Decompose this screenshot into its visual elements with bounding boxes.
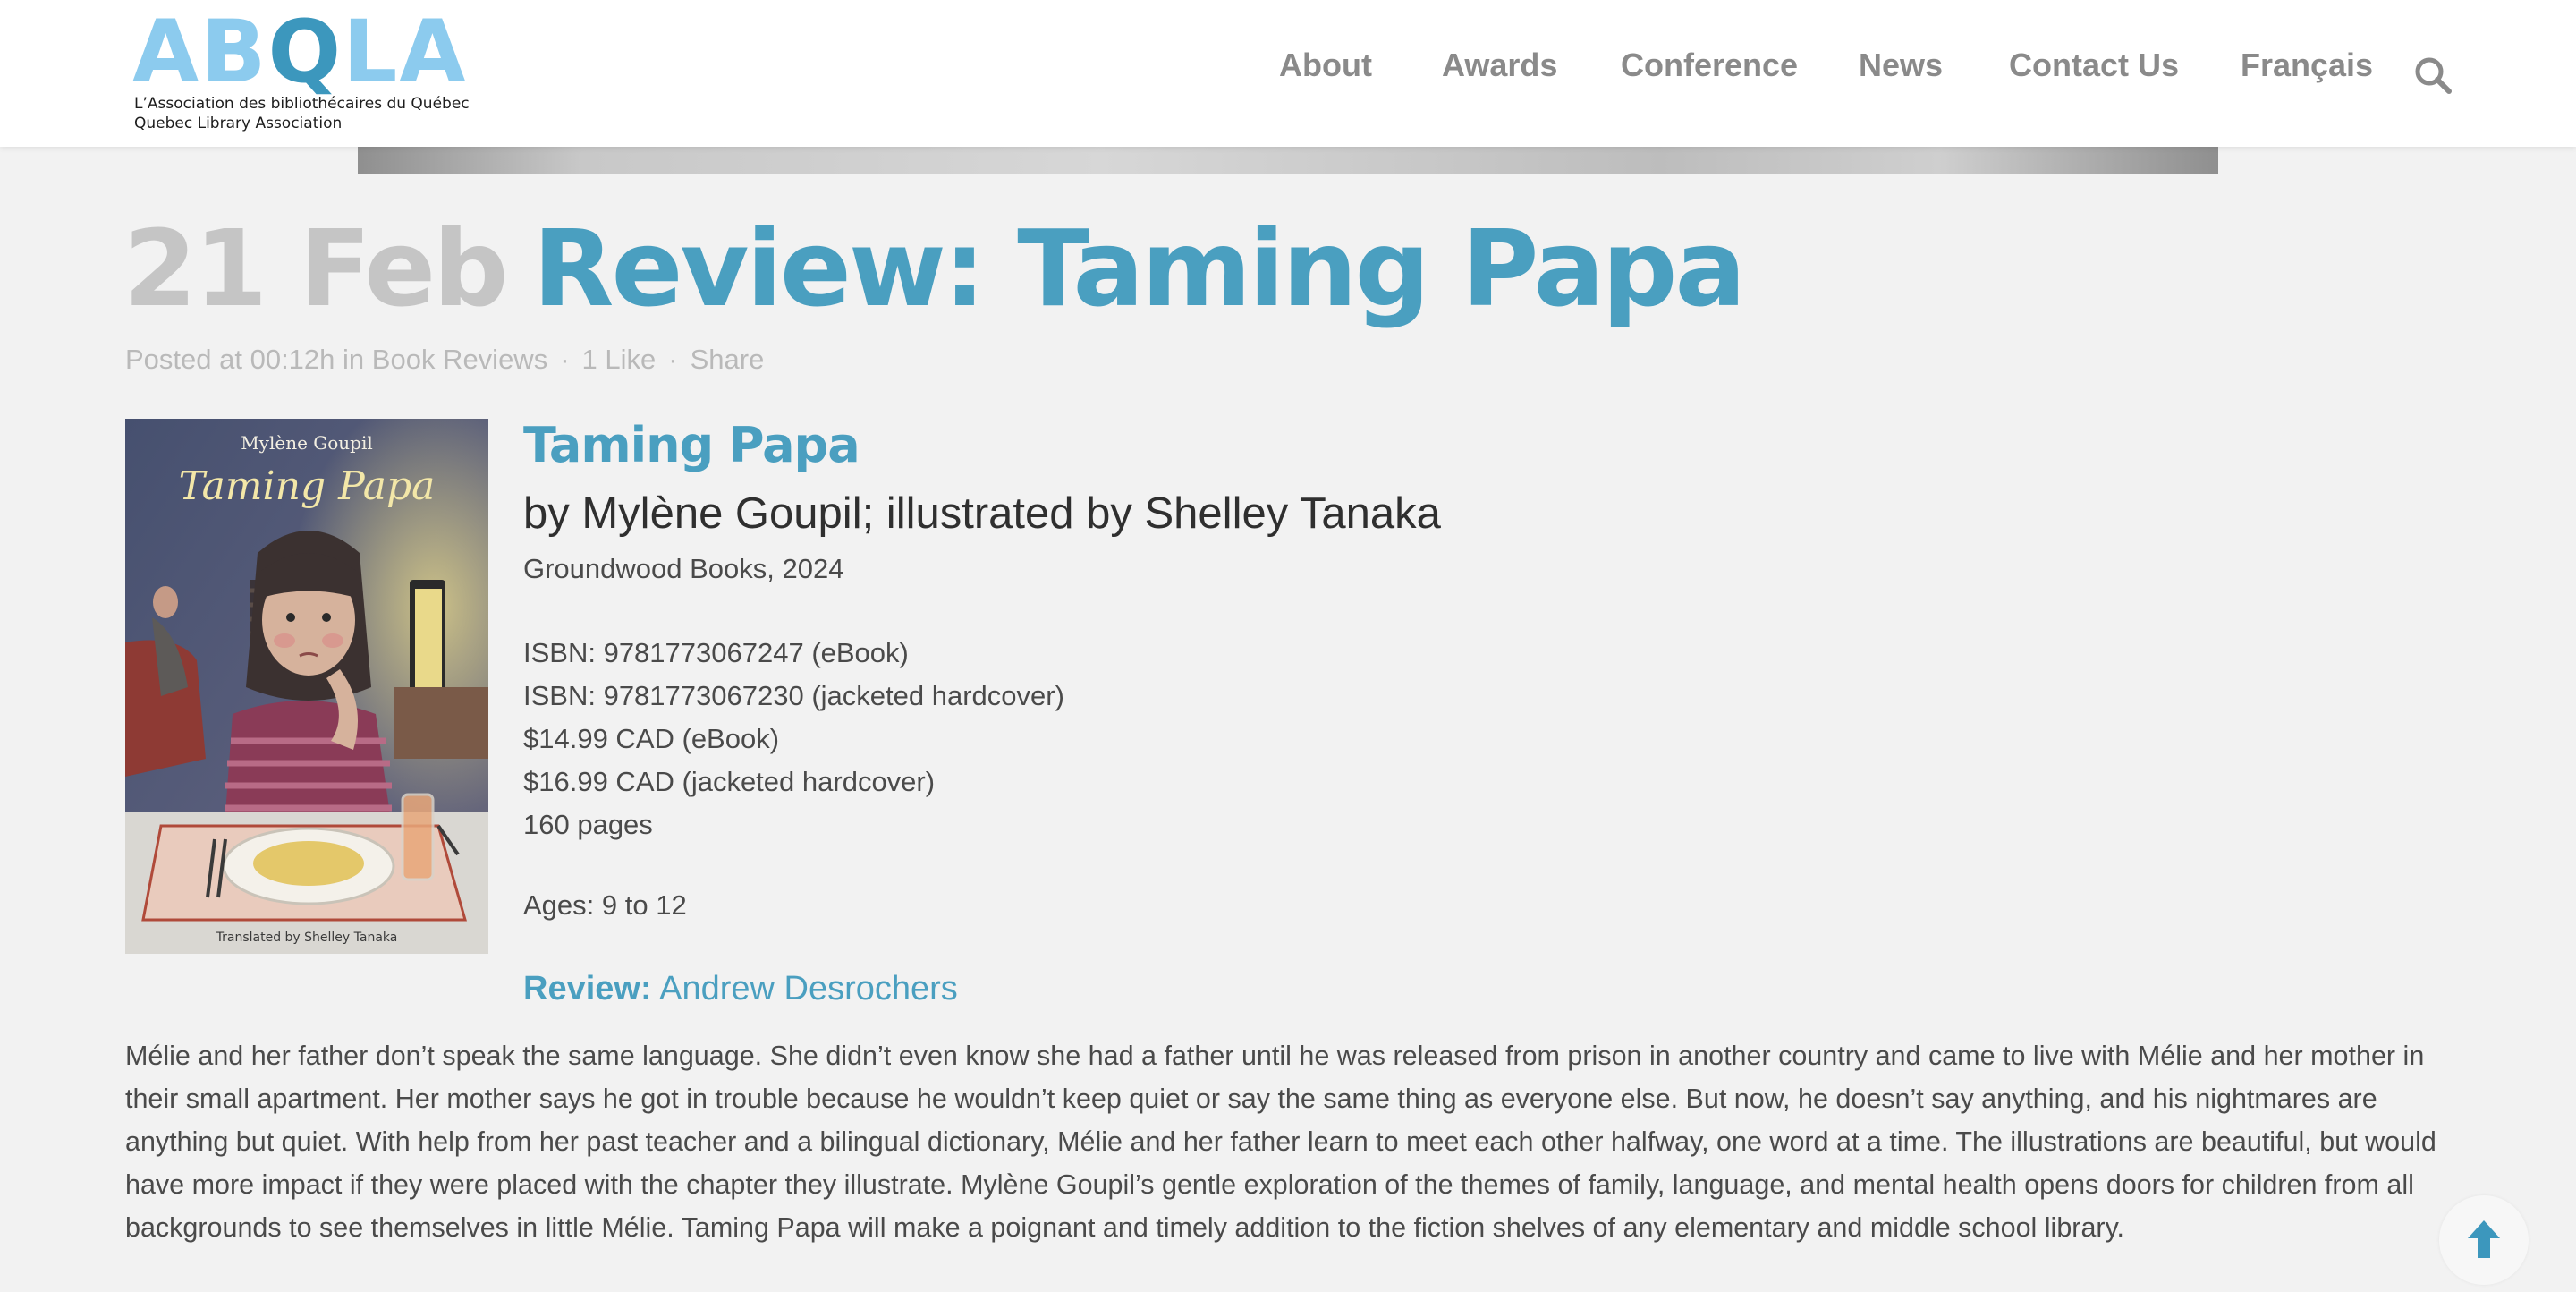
- review-body: Mélie and her father don’t speak the sam…: [125, 1041, 2436, 1243]
- nav-contact-us[interactable]: Contact Us: [2009, 47, 2179, 84]
- book-cover-image: Mylène Goupil Taming Papa Translated by …: [125, 419, 488, 954]
- arrow-up-icon: [2468, 1220, 2500, 1258]
- share-link[interactable]: Share: [691, 344, 765, 375]
- price-ebook: $14.99 CAD (eBook): [523, 723, 780, 754]
- meta-separator: ·: [560, 344, 570, 375]
- post-meta: Posted at 00:12h in Book Reviews · 1 Like ·…: [125, 344, 764, 376]
- page-count: 160 pages: [523, 809, 653, 840]
- nav-about[interactable]: About: [1279, 47, 1372, 84]
- book-details: ISBN: 9781773067247 (eBook) ISBN: 978177…: [523, 632, 1064, 846]
- cover-translator: Translated by Shelley Tanaka: [216, 931, 398, 945]
- post-date: 21 Feb: [123, 207, 509, 330]
- search-icon[interactable]: [2413, 55, 2453, 95]
- book-title: Taming Papa: [523, 417, 860, 473]
- nav-news[interactable]: News: [1859, 47, 1943, 84]
- like-link[interactable]: 1 Like: [582, 344, 657, 375]
- cover-author: Mylène Goupil: [241, 432, 373, 454]
- logo-tagline-french: L’Association des bibliothécaires du Qué…: [134, 95, 470, 113]
- nav-conference[interactable]: Conference: [1621, 47, 1798, 84]
- cover-title: Taming Papa: [179, 463, 436, 509]
- site-header: ABQLA L’Association des bibliothécaires …: [0, 0, 2576, 147]
- back-to-top-button[interactable]: [2439, 1195, 2529, 1285]
- featured-image-strip: [358, 147, 2218, 174]
- page-title: Review: Taming Papa: [532, 207, 1746, 330]
- nav-francais[interactable]: Français: [2241, 47, 2373, 84]
- nav-awards[interactable]: Awards: [1442, 47, 1557, 84]
- isbn-hardcover: ISBN: 9781773067230 (jacketed hardcover): [523, 680, 1064, 711]
- price-hardcover: $16.99 CAD (jacketed hardcover): [523, 766, 936, 797]
- meta-separator: ·: [668, 344, 678, 375]
- logo-tagline-english: Quebec Library Association: [134, 115, 343, 132]
- reviewer-name-link[interactable]: Andrew Desrochers: [659, 970, 958, 1007]
- post-title-row: 21 Feb Review: Taming Papa: [123, 201, 1746, 336]
- category-link[interactable]: Book Reviews: [372, 344, 547, 375]
- isbn-ebook: ISBN: 9781773067247 (eBook): [523, 637, 909, 668]
- book-publisher: Groundwood Books, 2024: [523, 553, 844, 584]
- book-ages: Ages: 9 to 12: [523, 889, 687, 921]
- book-byline: by Mylène Goupil; illustrated by Shelley…: [523, 489, 1441, 538]
- review-label: Review:: [523, 970, 652, 1007]
- posted-at-text: Posted at 00:12h in: [125, 344, 365, 375]
- review-attribution: Review: Andrew Desrochers: [523, 970, 958, 1008]
- main-nav: About Awards Conference News Contact Us …: [0, 47, 2576, 91]
